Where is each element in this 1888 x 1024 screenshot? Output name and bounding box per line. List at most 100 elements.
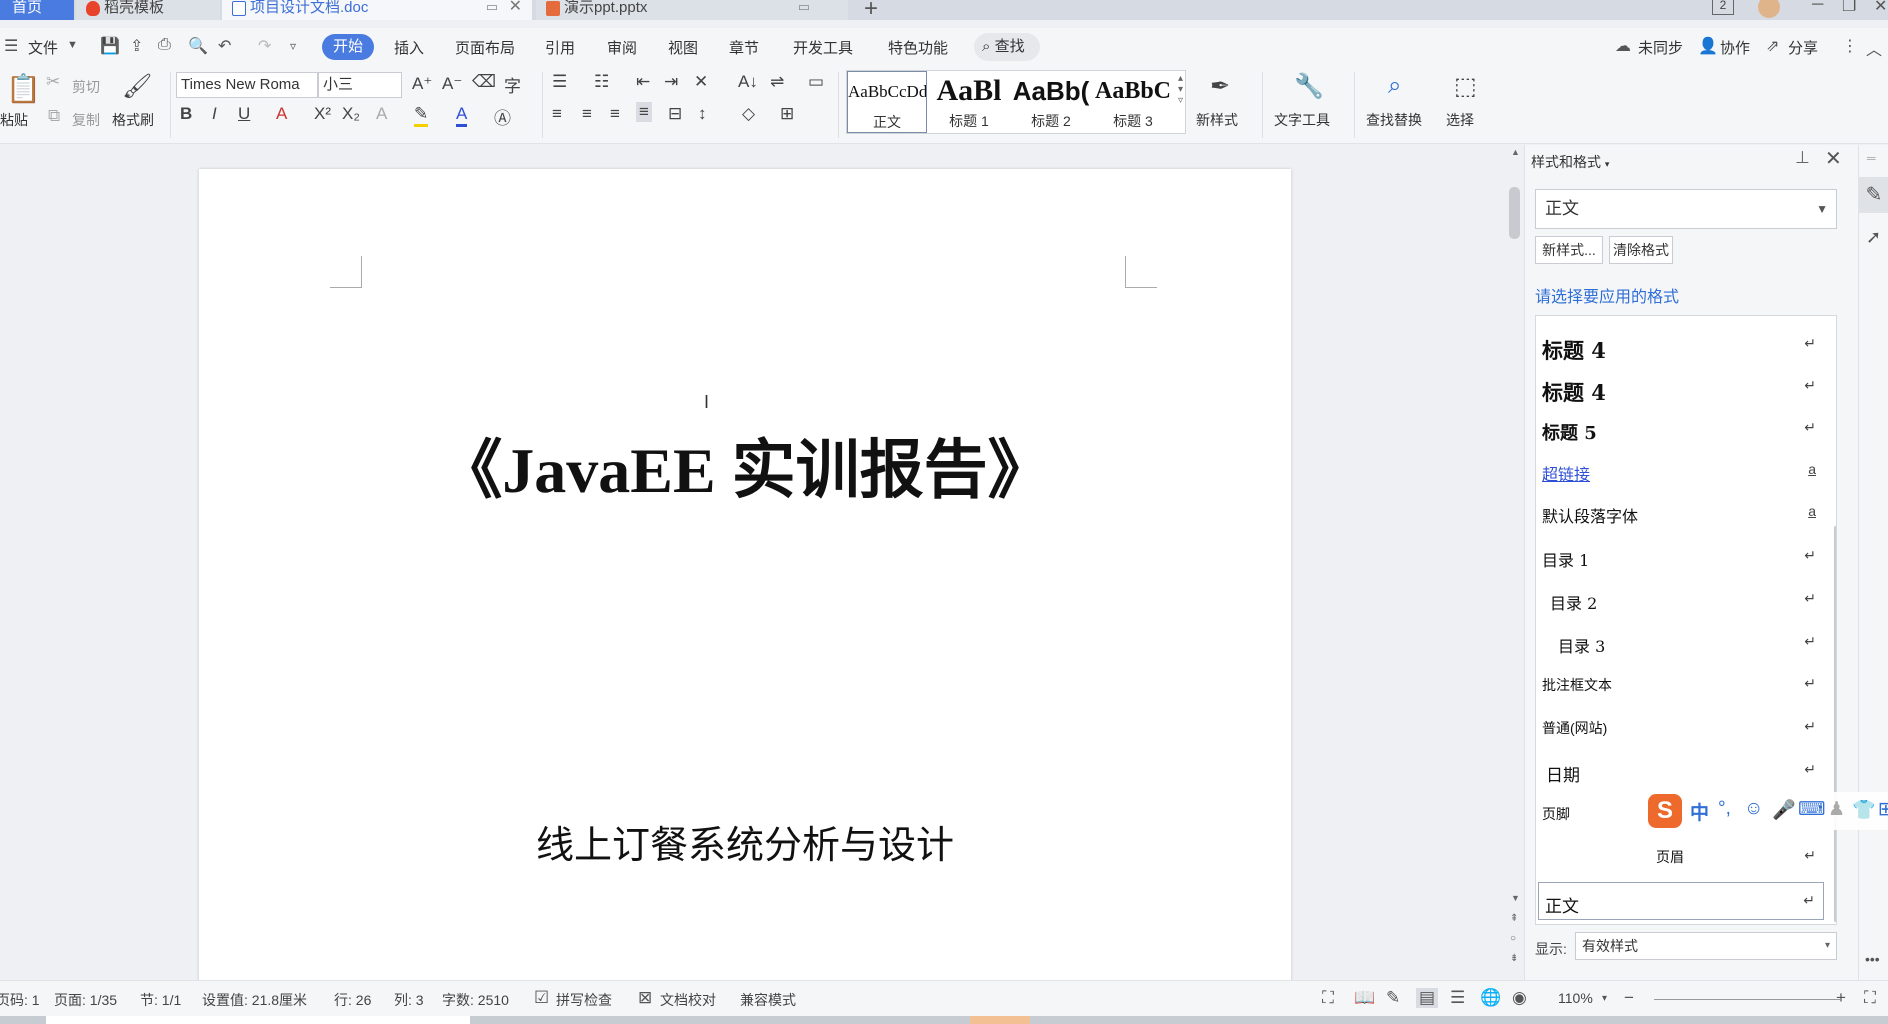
- highlight-icon[interactable]: ✎: [414, 104, 429, 127]
- document-subtitle[interactable]: 线上订餐系统分析与设计: [199, 814, 1291, 869]
- eye-protection-icon[interactable]: ◉: [1512, 988, 1527, 1008]
- tab-close-icon[interactable]: ✕: [509, 0, 522, 15]
- fit-page-icon[interactable]: ⛶: [1864, 988, 1876, 1008]
- shading-icon[interactable]: ◇: [742, 104, 755, 124]
- user-icon[interactable]: ♟: [1828, 798, 1845, 821]
- sort-icon[interactable]: A↓: [738, 72, 758, 92]
- status-page[interactable]: 页面: 1/35: [54, 990, 117, 1010]
- user-avatar[interactable]: [1758, 0, 1780, 18]
- write-mode-icon[interactable]: ✎: [1386, 988, 1400, 1008]
- style-item-balloon-text[interactable]: 批注框文本 ↵: [1536, 666, 1824, 706]
- save-icon[interactable]: 💾: [100, 36, 120, 56]
- style-item-heading4-spaced[interactable]: 标题 4 ↵: [1536, 326, 1824, 366]
- doc-proof-button[interactable]: 文档校对: [660, 990, 716, 1010]
- style-item-header[interactable]: 页眉 ↵: [1536, 838, 1824, 878]
- status-section[interactable]: 节: 1/1: [140, 990, 181, 1010]
- emoji-icon[interactable]: ☺: [1744, 798, 1763, 820]
- chevron-down-icon[interactable]: ▼: [67, 39, 78, 51]
- superscript-icon[interactable]: X²: [314, 104, 331, 124]
- new-tab-button[interactable]: +: [864, 0, 878, 23]
- fullscreen-icon[interactable]: ⛶: [1322, 988, 1334, 1008]
- style-item-normal[interactable]: 正文 ↵: [1538, 882, 1824, 920]
- style-item-normal-web[interactable]: 普通(网站) ↵: [1536, 709, 1824, 749]
- menu-view[interactable]: 视图: [668, 37, 698, 58]
- minimize-button[interactable]: ─: [1812, 0, 1823, 14]
- close-window-button[interactable]: ✕: [1874, 0, 1887, 16]
- zoom-level[interactable]: 110%: [1558, 990, 1593, 1006]
- clear-format-button[interactable]: 清除格式: [1609, 236, 1673, 264]
- more-icon[interactable]: •••: [1865, 951, 1880, 967]
- document-title[interactable]: 《JavaEE 实训报告》: [199, 419, 1291, 511]
- tab-home[interactable]: 首页: [0, 0, 74, 20]
- cut-button[interactable]: 剪切: [72, 77, 100, 97]
- italic-icon[interactable]: I: [212, 104, 217, 124]
- new-style-panel-button[interactable]: 新样式...: [1535, 236, 1603, 264]
- status-row[interactable]: 行: 26: [334, 990, 371, 1010]
- show-marks-icon[interactable]: ⇌: [770, 72, 784, 92]
- decrease-indent-icon[interactable]: ⇤: [636, 72, 650, 92]
- font-shrink-icon[interactable]: A⁻: [442, 74, 462, 94]
- menu-chapter[interactable]: 章节: [729, 37, 759, 58]
- character-border-icon[interactable]: Ⓐ: [494, 104, 511, 129]
- style-item-heading5[interactable]: 标题 5 ↵: [1536, 410, 1824, 450]
- find-replace-icon[interactable]: ⌕: [1388, 72, 1401, 100]
- phonetic-guide-icon[interactable]: 字: [504, 72, 521, 97]
- paste-button[interactable]: 粘贴: [0, 110, 28, 130]
- page-view-icon[interactable]: ▤: [1416, 988, 1439, 1008]
- next-page-icon[interactable]: ⇟: [1510, 953, 1518, 964]
- hamburger-menu-icon[interactable]: ☰: [4, 36, 18, 56]
- style-heading-3[interactable]: AaBbC 标题 3: [1093, 71, 1173, 133]
- style-item-toc2[interactable]: 目录 2 ↵: [1536, 581, 1824, 621]
- toolbox-icon[interactable]: ⊞: [1878, 798, 1888, 821]
- underline-icon[interactable]: U: [238, 104, 250, 124]
- paste-icon[interactable]: 📋: [6, 72, 41, 105]
- collaborate-icon[interactable]: 👤: [1698, 36, 1718, 56]
- strikethrough-icon[interactable]: A: [276, 104, 287, 124]
- style-heading-1[interactable]: AaBl 标题 1: [929, 71, 1009, 133]
- undo-icon[interactable]: ↶: [218, 36, 231, 56]
- export-icon[interactable]: ⇪: [130, 36, 143, 56]
- align-left-icon[interactable]: ≡: [552, 104, 562, 124]
- prev-page-icon[interactable]: ⇞: [1510, 913, 1518, 924]
- style-item-default-font[interactable]: 默认段落字体 a: [1536, 494, 1824, 534]
- document-scrollbar[interactable]: ▲ ▼ ⇞ ○ ⇟: [1506, 145, 1524, 980]
- menu-insert[interactable]: 插入: [394, 37, 424, 58]
- justify-icon[interactable]: ≡: [636, 102, 652, 122]
- quick-access-dropdown-icon[interactable]: ▿: [290, 39, 296, 53]
- outline-view-icon[interactable]: ☰: [1450, 988, 1465, 1008]
- print-icon[interactable]: ⎙: [158, 36, 171, 54]
- collapse-ribbon-icon[interactable]: ︿: [1866, 36, 1882, 60]
- tab-pin-icon[interactable]: ▭: [486, 0, 498, 15]
- browse-object-icon[interactable]: ○: [1510, 933, 1516, 944]
- show-filter-select[interactable]: 有效样式 ▾: [1575, 932, 1837, 960]
- zoom-slider[interactable]: [1654, 999, 1840, 1000]
- pin-icon[interactable]: ⊥: [1795, 148, 1810, 168]
- gallery-scroll-icon[interactable]: ▴ ▾ ▿: [1178, 73, 1183, 106]
- menu-start[interactable]: 开始: [322, 34, 374, 60]
- taskbar-item[interactable]: [970, 1016, 1030, 1024]
- status-setting[interactable]: 设置值: 21.8厘米: [202, 990, 307, 1010]
- format-painter-icon[interactable]: 🖌: [122, 72, 152, 101]
- style-normal[interactable]: AaBbCcDd 正文: [847, 71, 927, 133]
- tab-document[interactable]: 项目设计文档.doc ▭ ✕: [222, 0, 532, 20]
- numbered-list-icon[interactable]: ☷: [594, 72, 609, 92]
- menu-review[interactable]: 审阅: [607, 37, 637, 58]
- status-column[interactable]: 列: 3: [394, 990, 424, 1010]
- share-icon[interactable]: ⇗: [1766, 36, 1779, 56]
- more-options-icon[interactable]: ⋮: [1842, 36, 1858, 56]
- format-painter-button[interactable]: 格式刷: [112, 110, 154, 130]
- style-item-heading4[interactable]: 标题 4 ↵: [1536, 368, 1824, 408]
- line-spacing-icon[interactable]: ↕: [698, 104, 707, 124]
- borders-icon[interactable]: ⊞: [780, 104, 794, 124]
- taskbar-item[interactable]: [46, 1016, 470, 1024]
- font-name-select[interactable]: Times New Roma: [176, 72, 318, 98]
- increase-indent-icon[interactable]: ⇥: [664, 72, 678, 92]
- eraser-icon[interactable]: ⌫: [472, 72, 496, 92]
- cut-icon[interactable]: ✂: [46, 72, 60, 92]
- doc-proof-icon[interactable]: ⊠: [638, 988, 652, 1008]
- redo-icon[interactable]: ↷: [258, 36, 271, 56]
- select-icon[interactable]: ⬚: [1454, 72, 1477, 101]
- style-item-hyperlink[interactable]: 超链接 a: [1536, 452, 1824, 492]
- style-item-toc3[interactable]: 目录 3 ↵: [1536, 624, 1824, 664]
- chevron-down-icon[interactable]: ▾: [1602, 993, 1607, 1004]
